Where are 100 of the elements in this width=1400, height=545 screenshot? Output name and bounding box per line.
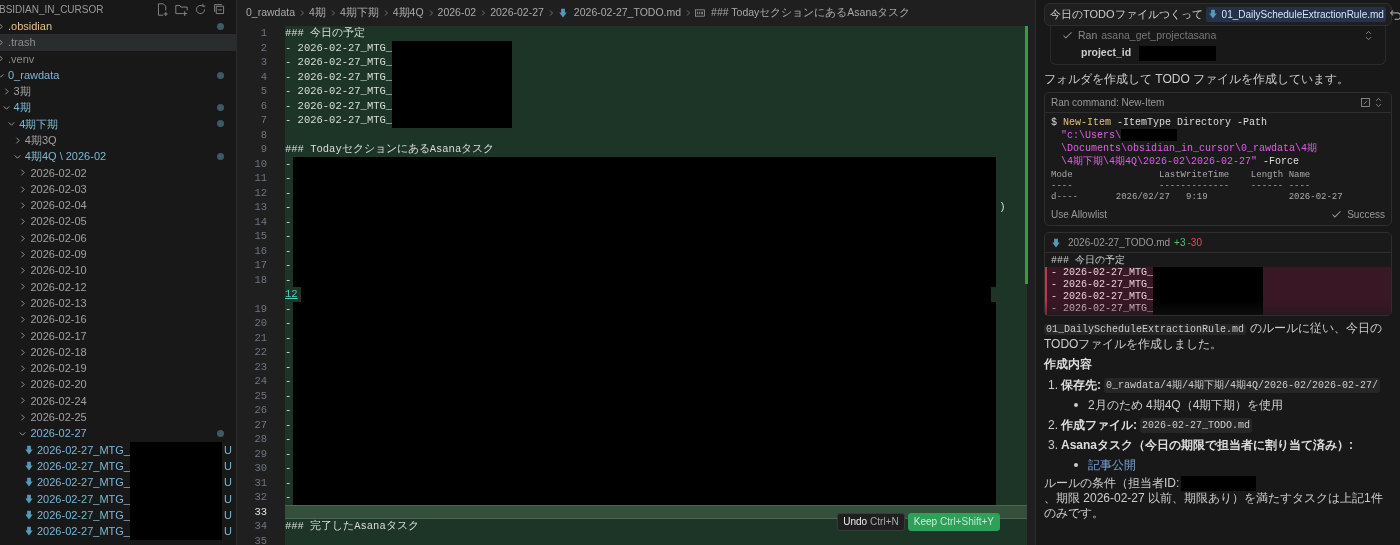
tool-call-name: asana_get_projectasana (1101, 27, 1217, 43)
list-item-label: 作成ファイル: (1061, 417, 1137, 434)
tree-item[interactable]: 2026-02-27_MTG_ U (0, 490, 236, 507)
tree-item-label: 2026-02-27_MTG_ (37, 524, 130, 540)
breadcrumb-item[interactable]: 2026-02-27_TODO.md (573, 5, 682, 21)
tree-item-label: 2026-02-03 (30, 181, 87, 197)
tree-item-label: 2026-02-19 (30, 361, 87, 377)
terminal-output-line: ---- ------------- ------ ---- (1051, 181, 1312, 192)
tree-item[interactable]: 2026-02-27 (0, 425, 236, 442)
collapse-icon[interactable] (213, 2, 226, 16)
code-token: \Documents\obsidian_in_cursor\0_rawdata\4期 (1061, 142, 1318, 155)
tree-item[interactable]: 4期4Q \ 2026-02 (0, 148, 236, 165)
breadcrumb-item[interactable]: 0_rawdata (246, 5, 296, 21)
line-number: 8 (260, 128, 267, 141)
tool-call-verb: Ran (1078, 27, 1098, 43)
tree-item[interactable]: 0_rawdata (0, 66, 236, 84)
tree-item-label: 2026-02-10 (30, 263, 87, 279)
breadcrumb-item[interactable]: 4期4Q (392, 5, 424, 21)
diff-line-text: - 2026-02-27_MTG_ (1051, 267, 1154, 279)
line-number: 20 (254, 317, 267, 329)
list-number: 3. (1048, 437, 1058, 454)
tree-item-label: 4期3Q (24, 133, 57, 148)
added-count: +3 (1174, 236, 1186, 250)
tree-item[interactable]: 3期 (0, 83, 236, 100)
line-number: 18 (254, 273, 267, 286)
undo-icon[interactable] (1388, 7, 1400, 21)
code-line-text: - (285, 301, 292, 316)
code-chip: 2026-02-27_TODO.md (1140, 417, 1253, 433)
tree-item[interactable]: 2026-02-24 (0, 392, 236, 410)
tree-item-label: 3期 (13, 84, 31, 100)
chevron-right-icon (479, 9, 488, 17)
tree-item[interactable]: 2026-02-27_MTG_ U (0, 474, 236, 491)
line-number: 32 (254, 491, 267, 503)
tree-item-label: 2026-02-27_MTG_ (37, 507, 130, 523)
breadcrumb-item[interactable]: 4期 (309, 5, 326, 21)
tree-item[interactable]: .trash (0, 34, 236, 51)
markdown-file-icon (24, 493, 34, 504)
diff-line-text: - 2026-02-27_MTG_ (1051, 303, 1154, 315)
tree-item[interactable]: 2026-02-16 (0, 311, 236, 328)
tree-item[interactable]: 2026-02-27_MTG_ U (0, 441, 236, 458)
code-line-text: - (285, 475, 292, 490)
tree-item[interactable]: 2026-02-09 (0, 246, 236, 263)
undo-button[interactable]: Undo Ctrl+N (837, 513, 905, 531)
tree-item[interactable]: 2026-02-03 (0, 180, 236, 198)
tree-item-label: 2026-02-27 (30, 426, 87, 442)
allowlist-dropdown[interactable]: Use Allowlist (1051, 207, 1108, 222)
tree-item-label: 2026-02-16 (30, 312, 87, 328)
tree-item[interactable]: 2026-02-27_MTG_ U (0, 506, 236, 524)
tree-item-label: 2026-02-17 (30, 328, 87, 344)
attachment-chip[interactable]: 01_DailyScheduleExtractionRule.md (1205, 6, 1386, 22)
tree-item[interactable]: .obsidian (0, 18, 236, 35)
code-line-text: ### 今日の予定 (285, 26, 366, 41)
tree-item[interactable]: 2026-02-17 (0, 327, 236, 344)
tree-item-label: .obsidian (8, 18, 53, 34)
tree-item[interactable]: 4期下期 (0, 115, 236, 133)
tree-item[interactable]: 2026-02-12 (0, 278, 236, 296)
diff-file-name: 2026-02-27_TODO.md (1068, 236, 1171, 250)
list-item-label: 保存先: (1061, 377, 1101, 394)
tree-item-label: 2026-02-24 (30, 393, 87, 409)
code-line-text: - 2026-02-27_MTG_ (285, 98, 393, 113)
tree-item[interactable]: .venv (0, 50, 236, 67)
line-number: 28 (254, 433, 267, 445)
tree-item[interactable]: 2026-02-18 (0, 343, 236, 361)
tree-item-label: 4期 (13, 100, 31, 116)
chevron-right-icon (298, 9, 307, 17)
open-external-icon[interactable] (1359, 96, 1372, 109)
tree-item-label: 2026-02-12 (30, 279, 87, 295)
parameter-name: project_id (1081, 45, 1132, 61)
tree-item[interactable]: 2026-02-20 (0, 376, 236, 393)
tree-item[interactable]: 2026-02-10 (0, 262, 236, 279)
new-folder-icon[interactable] (175, 2, 188, 16)
tree-item[interactable]: 2026-02-06 (0, 229, 236, 247)
breadcrumb-item[interactable]: 2026-02 (437, 5, 477, 21)
markdown-file-icon (24, 526, 34, 537)
tree-item[interactable]: 2026-02-27_MTG_ U (0, 523, 236, 540)
code-line-text: - (285, 243, 292, 258)
tree-item[interactable]: 2026-02-25 (0, 409, 236, 426)
tree-item[interactable]: 4期 (0, 99, 236, 116)
git-status: U (223, 442, 232, 458)
tree-item[interactable]: 2026-02-02 (0, 164, 236, 181)
tree-item[interactable]: 2026-02-27_MTG_ U (0, 458, 236, 475)
tree-item-label: 2026-02-05 (30, 214, 87, 230)
breadcrumb-item[interactable]: 2026-02-27 (490, 5, 544, 21)
task-link[interactable]: 記事公開 (1088, 456, 1136, 474)
breadcrumb-item[interactable]: ### TodayセクションにあるAsanaタスク (711, 5, 911, 21)
conclusion-text: 、期限 2026-02-27 以前、期限あり）を満たすタスクは上記1件のみです。 (1044, 491, 1384, 521)
tree-item[interactable]: 2026-02-05 (0, 213, 236, 230)
tree-item[interactable]: 2026-02-19 (0, 360, 236, 377)
refresh-icon[interactable] (194, 2, 207, 16)
line-number: 25 (254, 389, 267, 402)
tree-item-label: 2026-02-27_MTG_ (37, 491, 130, 507)
new-file-icon[interactable] (156, 2, 169, 16)
tree-item[interactable]: 4期3Q (0, 132, 236, 149)
removed-count: -30 (1187, 236, 1202, 250)
tree-item-label: 2026-02-27_MTG_ (37, 442, 130, 458)
line-number: 29 (254, 447, 267, 460)
line-number: 7 (260, 114, 267, 126)
breadcrumb-item[interactable]: 4期下期 (339, 5, 379, 21)
tree-item[interactable]: 2026-02-04 (0, 197, 236, 214)
tree-item[interactable]: 2026-02-13 (0, 295, 236, 312)
